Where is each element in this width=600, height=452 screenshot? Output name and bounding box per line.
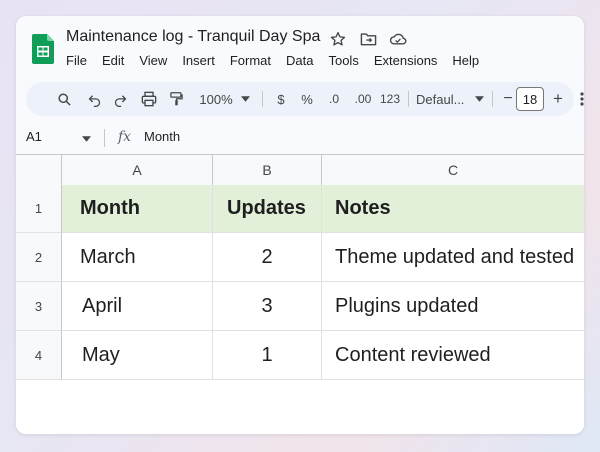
cell-b3[interactable]: 3 [213, 282, 322, 331]
name-box[interactable]: A1 [26, 129, 42, 144]
cloud-status-icon[interactable] [388, 29, 408, 49]
menu-data[interactable]: Data [286, 53, 313, 68]
font-size-input[interactable]: 18 [516, 87, 544, 111]
toolbar-divider [492, 91, 493, 107]
toolbar: 100% $ % .0 .00 123 Defaul... − 18 + [26, 82, 584, 116]
zoom-value: 100% [199, 91, 233, 107]
row-header-2[interactable]: 2 [16, 233, 62, 282]
menu-insert[interactable]: Insert [182, 53, 215, 68]
cell-b4[interactable]: 1 [213, 331, 322, 380]
menu-help[interactable]: Help [452, 53, 479, 68]
formula-input[interactable]: Month [144, 129, 180, 144]
column-header-c[interactable]: C [322, 155, 584, 185]
font-caret-icon[interactable] [472, 82, 486, 116]
row-header-3[interactable]: 3 [16, 282, 62, 331]
column-header-b[interactable]: B [213, 155, 322, 185]
print-icon[interactable] [138, 82, 160, 116]
decrease-decimal-button[interactable]: .0 [322, 82, 346, 116]
more-options-icon[interactable] [578, 82, 584, 116]
menu-view[interactable]: View [139, 53, 167, 68]
search-menus-icon[interactable] [54, 82, 74, 116]
undo-icon[interactable] [84, 82, 104, 116]
menu-tools[interactable]: Tools [328, 53, 358, 68]
cell-c1[interactable]: Notes [322, 185, 584, 233]
formula-divider [104, 129, 105, 147]
cell-c3[interactable]: Plugins updated [322, 282, 584, 331]
cell-b2[interactable]: 2 [213, 233, 322, 282]
font-value: Defaul... [416, 91, 465, 107]
menu-file[interactable]: File [66, 53, 87, 68]
font-select[interactable]: Defaul... [416, 82, 480, 116]
menu-format[interactable]: Format [230, 53, 271, 68]
decrease-font-size-button[interactable]: − [500, 82, 516, 116]
number-format-button[interactable]: 123 [376, 82, 404, 116]
toolbar-divider [408, 91, 409, 107]
cell-b1[interactable]: Updates [213, 185, 322, 233]
toolbar-divider [262, 91, 263, 107]
document-title[interactable]: Maintenance log - Tranquil Day Spa [66, 28, 320, 46]
menu-extensions[interactable]: Extensions [374, 53, 438, 68]
select-all-corner[interactable] [16, 155, 62, 185]
star-icon[interactable] [328, 29, 348, 49]
cell-c2[interactable]: Theme updated and tested [322, 233, 584, 282]
move-folder-icon[interactable] [358, 29, 378, 49]
row-header-4[interactable]: 4 [16, 331, 62, 380]
currency-format-button[interactable]: $ [272, 82, 290, 116]
increase-font-size-button[interactable]: + [550, 82, 566, 116]
redo-icon[interactable] [110, 82, 130, 116]
title-icons [328, 29, 408, 49]
cell-a1[interactable]: Month [62, 185, 213, 233]
cell-a4[interactable]: May [62, 331, 213, 380]
spreadsheet-grid: A B C 1 Month Updates Notes 2 March 2 Th… [16, 154, 584, 434]
cell-c4[interactable]: Content reviewed [322, 331, 584, 380]
percent-format-button[interactable]: % [298, 82, 316, 116]
formula-bar: A1 fx Month [16, 125, 584, 151]
name-box-caret-icon[interactable] [82, 130, 91, 145]
cell-a3[interactable]: April [62, 282, 213, 331]
column-header-row: A B C [16, 154, 584, 186]
sheets-window: Maintenance log - Tranquil Day Spa File … [16, 16, 584, 434]
sheets-logo-icon[interactable] [32, 34, 54, 64]
column-header-a[interactable]: A [62, 155, 213, 185]
menu-edit[interactable]: Edit [102, 53, 124, 68]
zoom-select[interactable]: 100% [194, 82, 238, 116]
zoom-caret-icon[interactable] [238, 82, 252, 116]
cell-a2[interactable]: March [62, 233, 213, 282]
increase-decimal-button[interactable]: .00 [350, 82, 376, 116]
menu-bar: File Edit View Insert Format Data Tools … [66, 53, 494, 68]
paint-format-icon[interactable] [166, 82, 186, 116]
fx-icon: fx [118, 129, 132, 145]
row-header-1[interactable]: 1 [16, 185, 62, 233]
